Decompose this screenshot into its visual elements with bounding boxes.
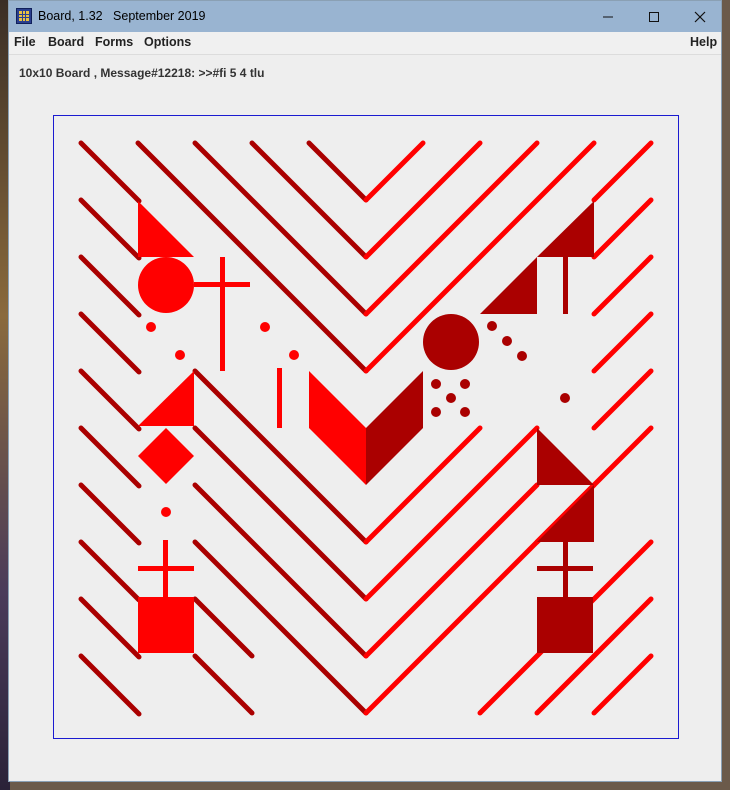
triangle-shape	[138, 201, 194, 257]
app-icon	[16, 8, 32, 24]
minimize-button[interactable]	[585, 1, 631, 32]
board-drawing[interactable]	[54, 116, 680, 740]
window-title: Board, 1.32 September 2019	[38, 9, 206, 23]
status-message: 10x10 Board , Message#12218: >>#fi 5 4 t…	[19, 66, 265, 80]
square-shape	[138, 597, 194, 653]
right-shapes	[423, 201, 594, 653]
circle-shape-2	[423, 314, 479, 370]
bar-shape	[277, 368, 282, 428]
menu-help[interactable]: Help	[690, 35, 717, 49]
title-bar[interactable]: Board, 1.32 September 2019	[9, 1, 721, 32]
left-shapes	[138, 201, 299, 653]
circle-shape	[138, 257, 194, 313]
close-button[interactable]	[677, 1, 723, 32]
triangle-shape-3	[537, 201, 594, 257]
menu-options[interactable]: Options	[144, 35, 191, 49]
diamond-shape	[138, 428, 194, 484]
maximize-button[interactable]	[631, 1, 677, 32]
minimize-icon	[603, 16, 613, 17]
cross-shape	[220, 257, 225, 371]
menu-file[interactable]: File	[14, 35, 36, 49]
close-icon	[694, 11, 706, 22]
menu-board[interactable]: Board	[48, 35, 84, 49]
app-window: Board, 1.32 September 2019 File Board Fo…	[8, 0, 722, 782]
maximize-icon	[649, 11, 659, 22]
menu-bar: File Board Forms Options Help	[9, 32, 721, 55]
board-canvas[interactable]	[53, 115, 679, 739]
triangle-shape-4	[537, 428, 594, 485]
menu-forms[interactable]: Forms	[95, 35, 133, 49]
center-chevron	[309, 371, 423, 485]
triangle-shape-2	[138, 371, 194, 426]
square-shape-2	[537, 597, 593, 653]
